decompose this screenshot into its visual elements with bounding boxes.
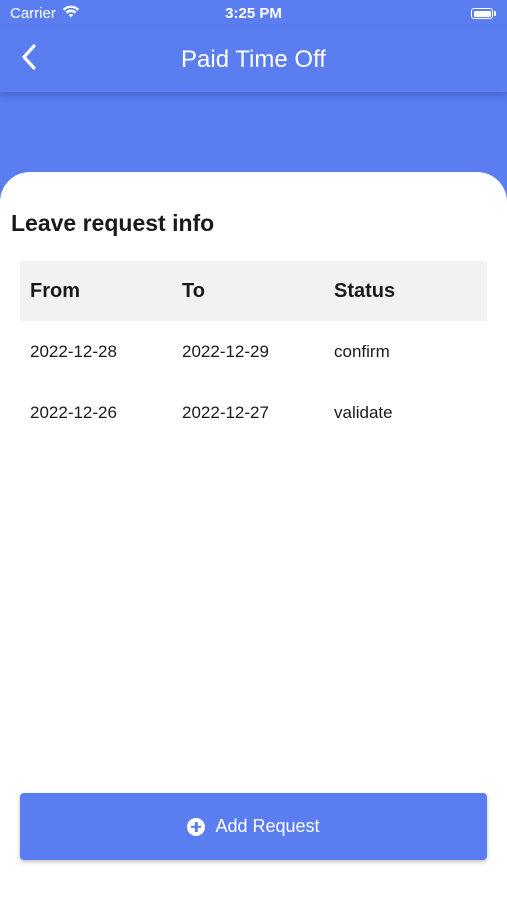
table-row[interactable]: 2022-12-26 2022-12-27 validate bbox=[20, 382, 487, 443]
cell-to: 2022-12-29 bbox=[182, 341, 269, 361]
add-request-button[interactable]: Add Request bbox=[20, 793, 487, 860]
navigation-bar: Paid Time Off bbox=[0, 28, 507, 92]
column-header-to: To bbox=[182, 279, 205, 302]
cell-to: 2022-12-27 bbox=[182, 402, 269, 422]
leave-info-card: Leave request info From To Status 2022-1… bbox=[0, 172, 507, 900]
section-title: Leave request info bbox=[11, 210, 215, 236]
plus-circle-icon bbox=[187, 817, 206, 836]
status-bar: Carrier 3:25 PM bbox=[0, 0, 507, 28]
column-header-from: From bbox=[30, 279, 80, 302]
cell-from: 2022-12-28 bbox=[30, 341, 117, 361]
add-request-label: Add Request bbox=[215, 816, 320, 836]
cell-status: validate bbox=[334, 402, 393, 422]
leave-request-table: From To Status 2022-12-28 2022-12-29 con… bbox=[20, 261, 487, 443]
column-header-status: Status bbox=[334, 279, 396, 302]
page-title: Paid Time Off bbox=[181, 46, 326, 73]
battery-icon bbox=[471, 7, 497, 20]
clock: 3:25 PM bbox=[225, 5, 282, 22]
cell-from: 2022-12-26 bbox=[30, 402, 117, 422]
table-header: From To Status bbox=[20, 261, 487, 321]
cell-status: confirm bbox=[334, 341, 390, 361]
table-row[interactable]: 2022-12-28 2022-12-29 confirm bbox=[20, 321, 487, 382]
